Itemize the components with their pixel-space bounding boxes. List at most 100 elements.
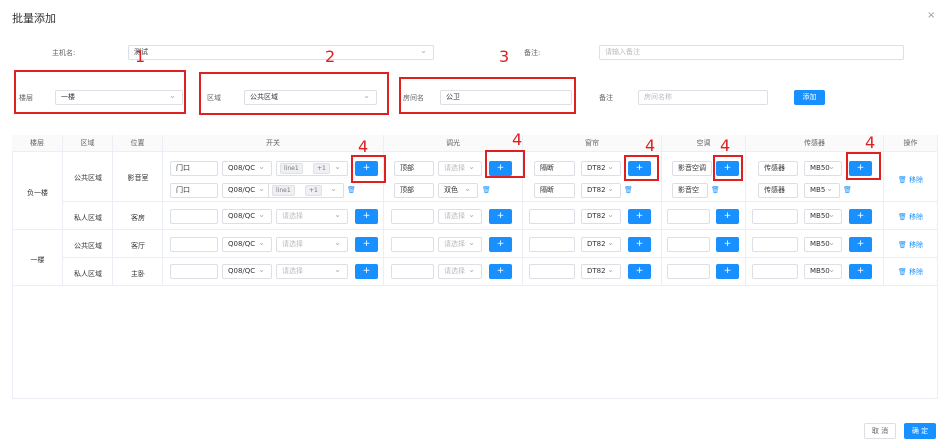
curtain-name-input[interactable] xyxy=(529,209,575,224)
sensor-model-select[interactable]: MB5 xyxy=(804,183,840,198)
dimmer-name-input[interactable] xyxy=(391,237,434,252)
remark-input[interactable]: 请输入备注 xyxy=(599,45,904,60)
curtain-name-input[interactable] xyxy=(529,237,575,252)
room-input[interactable]: 公卫 xyxy=(440,90,572,105)
dimmer-model-select[interactable]: 请选择 xyxy=(438,264,482,279)
switch-model-select[interactable]: Q08/QC xyxy=(222,183,272,198)
curtain-name-input[interactable]: 隔断 xyxy=(534,161,575,176)
curtain-add-button[interactable]: + xyxy=(628,209,651,224)
trash-icon[interactable]: 🗑 xyxy=(624,186,633,194)
sensor-add-button[interactable]: + xyxy=(849,209,872,224)
ac-name-input[interactable]: 影音空调 xyxy=(672,161,712,176)
curtain-model-select[interactable]: DT82 xyxy=(581,264,621,279)
sensor-name-input[interactable] xyxy=(752,237,798,252)
switch-model-select[interactable]: Q08/QC xyxy=(222,237,272,252)
dimmer-add-button[interactable]: + xyxy=(489,264,512,279)
add-button[interactable]: 添加 xyxy=(794,90,825,105)
sensor-add-button[interactable]: + xyxy=(849,237,872,252)
sensor-name-input[interactable] xyxy=(752,209,798,224)
switch-model-value: Q08/QC xyxy=(228,186,256,194)
switch-add-button[interactable]: + xyxy=(355,209,378,224)
dimmer-name-input[interactable]: 顶部 xyxy=(394,183,434,198)
switch-model-select[interactable]: Q08/QC xyxy=(222,209,272,224)
curtain-model-value: DT82 xyxy=(587,212,606,220)
dimmer-name-input[interactable] xyxy=(391,209,434,224)
trash-icon[interactable]: 🗑 xyxy=(711,186,720,194)
curtain-model-select[interactable]: DT82 xyxy=(581,237,621,252)
switch-line-select[interactable]: 请选择 xyxy=(276,209,348,224)
switch-line-select[interactable]: line1 +1 xyxy=(268,183,344,198)
curtain-add-button[interactable]: + xyxy=(628,237,651,252)
curtain-name-input[interactable] xyxy=(529,264,575,279)
annotation-number-1: 1 xyxy=(135,47,146,66)
sensor-model-select[interactable]: MB50 xyxy=(804,161,842,176)
switch-name-input[interactable]: 门口 xyxy=(170,183,218,198)
switch-model-select[interactable]: Q08/QC xyxy=(222,161,272,176)
curtain-model-select[interactable]: DT82 xyxy=(581,209,621,224)
ok-button[interactable]: 确 定 xyxy=(904,423,936,439)
switch-add-button[interactable]: + xyxy=(355,237,378,252)
ac-name-input[interactable] xyxy=(667,237,710,252)
switch-add-button[interactable]: + xyxy=(355,264,378,279)
trash-icon[interactable]: 🗑 xyxy=(843,186,852,194)
annotation-number-3: 3 xyxy=(499,47,510,66)
sensor-name-input[interactable]: 传感器 xyxy=(758,161,798,176)
dimmer-model-select[interactable]: 请选择 xyxy=(438,237,482,252)
host-select[interactable]: 测试 xyxy=(128,45,434,60)
dimmer-model-placeholder: 请选择 xyxy=(444,240,465,248)
sensor-name-input[interactable]: 传感器 xyxy=(758,183,798,198)
dimmer-add-button[interactable]: + xyxy=(489,237,512,252)
ac-name-input[interactable] xyxy=(667,264,710,279)
ac-add-button[interactable]: + xyxy=(716,237,739,252)
trash-icon[interactable]: 🗑 xyxy=(347,186,356,194)
remove-link[interactable]: 🗑 移除 xyxy=(898,240,923,250)
cancel-button[interactable]: 取 消 xyxy=(864,423,896,439)
switch-model-select[interactable]: Q08/QC xyxy=(222,264,272,279)
note-input[interactable]: 房间名称 xyxy=(638,90,768,105)
dimmer-model-select[interactable]: 双色 xyxy=(438,183,478,198)
ac-name-input[interactable]: 影音空 xyxy=(672,183,708,198)
annotation-box-4 xyxy=(351,155,386,183)
ac-name-input[interactable] xyxy=(667,209,710,224)
dimmer-name-input[interactable]: 顶部 xyxy=(394,161,434,176)
curtain-model-value: DT82 xyxy=(587,240,606,248)
switch-name-input[interactable]: 门口 xyxy=(170,161,218,176)
room-text-2: 客房 xyxy=(131,214,145,222)
dimmer-model-select[interactable]: 请选择 xyxy=(438,161,482,176)
dimmer-model-placeholder: 请选择 xyxy=(444,267,465,275)
annotation-number-4: 4 xyxy=(512,130,523,149)
switch-name-input[interactable] xyxy=(170,264,218,279)
sensor-model-select[interactable]: MB50 xyxy=(804,264,842,279)
remove-link[interactable]: 🗑 移除 xyxy=(898,175,923,185)
zone-select[interactable]: 公共区域 xyxy=(244,90,377,105)
switch-line-select[interactable]: line1 +1 xyxy=(276,161,348,176)
ac-add-button[interactable]: + xyxy=(716,209,739,224)
switch-line-select[interactable]: 请选择 xyxy=(276,264,348,279)
dimmer-model-select[interactable]: 请选择 xyxy=(438,209,482,224)
floor-text-2: 一楼 xyxy=(30,256,45,264)
close-icon[interactable]: × xyxy=(927,10,935,21)
floor-select[interactable]: 一楼 xyxy=(55,90,183,105)
dimmer-name-input[interactable] xyxy=(391,264,434,279)
floor-label: 楼层 xyxy=(19,94,33,102)
room-text-1: 影音室 xyxy=(127,174,149,182)
zone-label: 区域 xyxy=(207,94,221,102)
header-position: 位置 xyxy=(113,135,163,152)
sensor-add-button[interactable]: + xyxy=(849,264,872,279)
curtain-model-select[interactable]: DT82 xyxy=(581,183,621,198)
curtain-model-select[interactable]: DT82 xyxy=(581,161,621,176)
switch-name-input[interactable] xyxy=(170,209,218,224)
dimmer-add-button[interactable]: + xyxy=(489,209,512,224)
switch-name-input[interactable] xyxy=(170,237,218,252)
remove-link[interactable]: 🗑 移除 xyxy=(898,212,923,222)
ac-add-button[interactable]: + xyxy=(716,264,739,279)
header-curtain: 窗帘 xyxy=(523,135,662,152)
sensor-name-input[interactable] xyxy=(752,264,798,279)
switch-line-select[interactable]: 请选择 xyxy=(276,237,348,252)
remove-link[interactable]: 🗑 移除 xyxy=(898,267,923,277)
trash-icon[interactable]: 🗑 xyxy=(482,186,491,194)
curtain-name-input[interactable]: 隔断 xyxy=(534,183,575,198)
curtain-add-button[interactable]: + xyxy=(628,264,651,279)
sensor-model-select[interactable]: MB50 xyxy=(804,237,842,252)
sensor-model-select[interactable]: MB50 xyxy=(804,209,842,224)
